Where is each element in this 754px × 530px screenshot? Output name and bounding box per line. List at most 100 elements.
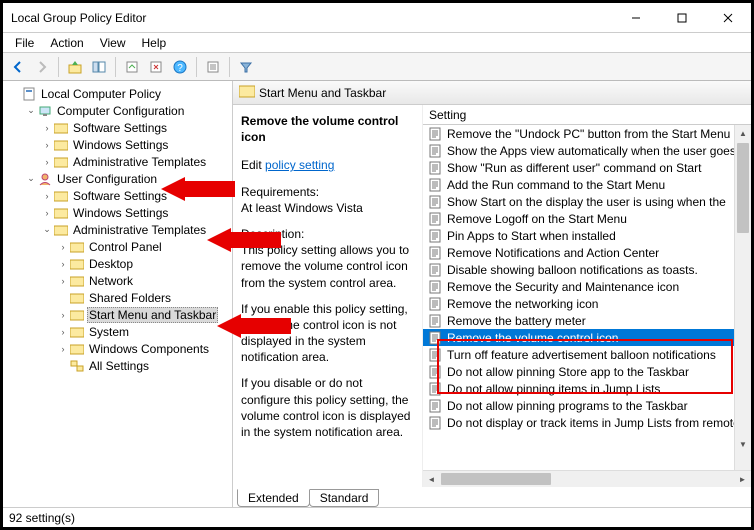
close-button[interactable] bbox=[705, 3, 751, 33]
tree-item[interactable]: Shared Folders bbox=[3, 289, 232, 306]
filter-button[interactable] bbox=[235, 56, 257, 78]
vertical-scrollbar[interactable]: ▲ ▼ bbox=[734, 125, 751, 470]
description-pane: Remove the volume control icon Edit poli… bbox=[233, 105, 423, 487]
settings-list-item-label: Add the Run command to the Start Menu bbox=[447, 178, 665, 192]
policy-item-icon bbox=[427, 398, 443, 414]
tree-item[interactable]: ›Windows Settings bbox=[3, 136, 232, 153]
settings-list-item[interactable]: Do not allow pinning items in Jump Lists bbox=[423, 380, 751, 397]
tab-extended[interactable]: Extended bbox=[237, 489, 310, 507]
settings-list-item-label: Pin Apps to Start when installed bbox=[447, 229, 616, 243]
chevron-down-icon[interactable]: ⌄ bbox=[41, 224, 53, 235]
settings-list[interactable]: Remove the "Undock PC" button from the S… bbox=[423, 125, 751, 470]
chevron-icon[interactable]: › bbox=[57, 259, 69, 269]
chevron-icon[interactable]: › bbox=[41, 191, 53, 201]
menu-action[interactable]: Action bbox=[42, 34, 91, 52]
tree-start-menu-taskbar[interactable]: ›Start Menu and Taskbar bbox=[3, 306, 232, 323]
settings-list-item-label: Show Start on the display the user is us… bbox=[447, 195, 726, 209]
forward-button[interactable] bbox=[31, 56, 53, 78]
settings-list-item[interactable]: Remove the "Undock PC" button from the S… bbox=[423, 125, 751, 142]
policy-item-icon bbox=[427, 279, 443, 295]
tree-item[interactable]: All Settings bbox=[3, 357, 232, 374]
settings-list-item[interactable]: Turn off feature advertisement balloon n… bbox=[423, 346, 751, 363]
chevron-icon[interactable]: › bbox=[57, 242, 69, 252]
chevron-icon[interactable]: › bbox=[41, 140, 53, 150]
export-button[interactable] bbox=[121, 56, 143, 78]
policy-item-icon bbox=[427, 381, 443, 397]
tree-root[interactable]: Local Computer Policy bbox=[3, 85, 232, 102]
settings-list-item[interactable]: Add the Run command to the Start Menu bbox=[423, 176, 751, 193]
scroll-thumb[interactable] bbox=[737, 143, 749, 233]
tree-item[interactable]: ›Network bbox=[3, 272, 232, 289]
tree-item[interactable]: ›Windows Components bbox=[3, 340, 232, 357]
chevron-icon[interactable]: › bbox=[57, 310, 69, 320]
tree-item[interactable]: ›System bbox=[3, 323, 232, 340]
tree-item[interactable]: ›Administrative Templates bbox=[3, 153, 232, 170]
chevron-icon[interactable]: › bbox=[57, 344, 69, 354]
policy-item-icon bbox=[427, 126, 443, 142]
settings-list-item-label: Disable showing balloon notifications as… bbox=[447, 263, 698, 277]
header-title: Start Menu and Taskbar bbox=[259, 86, 386, 100]
back-button[interactable] bbox=[7, 56, 29, 78]
tree-item[interactable]: ›Software Settings bbox=[3, 119, 232, 136]
settings-list-item[interactable]: Disable showing balloon notifications as… bbox=[423, 261, 751, 278]
minimize-button[interactable] bbox=[613, 3, 659, 33]
chevron-icon[interactable]: › bbox=[57, 327, 69, 337]
scroll-left-icon[interactable]: ◄ bbox=[423, 475, 440, 484]
tree-admin-templates[interactable]: ⌄Administrative Templates bbox=[3, 221, 232, 238]
up-button[interactable] bbox=[64, 56, 86, 78]
menu-view[interactable]: View bbox=[92, 34, 134, 52]
settings-list-item[interactable]: Do not allow pinning programs to the Tas… bbox=[423, 397, 751, 414]
tree-item[interactable]: ›Software Settings bbox=[3, 187, 232, 204]
requirements-label: Requirements: bbox=[241, 184, 414, 200]
policy-item-icon bbox=[427, 194, 443, 210]
chevron-icon[interactable]: › bbox=[41, 123, 53, 133]
menu-file[interactable]: File bbox=[7, 34, 42, 52]
settings-list-item-label: Remove the "Undock PC" button from the S… bbox=[447, 127, 730, 141]
settings-list-item[interactable]: Show the Apps view automatically when th… bbox=[423, 142, 751, 159]
tree-item[interactable]: › Control Panel bbox=[3, 238, 232, 255]
refresh-button[interactable] bbox=[145, 56, 167, 78]
settings-list-item-label: Remove Notifications and Action Center bbox=[447, 246, 659, 260]
tree-item[interactable]: ›Windows Settings bbox=[3, 204, 232, 221]
edit-policy-link[interactable]: policy setting bbox=[265, 158, 334, 172]
scroll-thumb[interactable] bbox=[441, 473, 551, 485]
settings-list-item-label: Do not display or track items in Jump Li… bbox=[447, 416, 740, 430]
chevron-down-icon[interactable]: ⌄ bbox=[25, 105, 37, 116]
horizontal-scrollbar[interactable]: ◄ ► bbox=[423, 470, 751, 487]
tree-label: Control Panel bbox=[87, 240, 164, 254]
scroll-right-icon[interactable]: ► bbox=[734, 475, 751, 484]
settings-list-item[interactable]: Show "Run as different user" command on … bbox=[423, 159, 751, 176]
chevron-icon[interactable]: › bbox=[41, 208, 53, 218]
maximize-button[interactable] bbox=[659, 3, 705, 33]
settings-list-item[interactable]: Remove the networking icon bbox=[423, 295, 751, 312]
scroll-up-icon[interactable]: ▲ bbox=[735, 125, 751, 142]
folder-icon bbox=[69, 256, 85, 272]
settings-list-item[interactable]: Remove the volume control icon bbox=[423, 329, 751, 346]
chevron-icon[interactable]: › bbox=[41, 157, 53, 167]
tree[interactable]: Local Computer Policy ⌄ Computer Configu… bbox=[3, 85, 232, 503]
menu-help[interactable]: Help bbox=[134, 34, 175, 52]
edit-link-row: Edit policy setting bbox=[241, 157, 414, 173]
settings-list-item[interactable]: Remove the Security and Maintenance icon bbox=[423, 278, 751, 295]
settings-list-item[interactable]: Show Start on the display the user is us… bbox=[423, 193, 751, 210]
properties-button[interactable] bbox=[202, 56, 224, 78]
menubar: File Action View Help bbox=[3, 33, 751, 53]
settings-list-item[interactable]: Pin Apps to Start when installed bbox=[423, 227, 751, 244]
settings-list-item-label: Turn off feature advertisement balloon n… bbox=[447, 348, 716, 362]
settings-list-item[interactable]: Remove Notifications and Action Center bbox=[423, 244, 751, 261]
settings-list-item[interactable]: Remove Logoff on the Start Menu bbox=[423, 210, 751, 227]
tree-item[interactable]: ›Desktop bbox=[3, 255, 232, 272]
settings-list-item[interactable]: Do not display or track items in Jump Li… bbox=[423, 414, 751, 431]
chevron-down-icon[interactable]: ⌄ bbox=[25, 173, 37, 184]
tree-user-config[interactable]: ⌄ User Configuration bbox=[3, 170, 232, 187]
show-hide-button[interactable] bbox=[88, 56, 110, 78]
scroll-down-icon[interactable]: ▼ bbox=[735, 436, 751, 453]
list-column-header[interactable]: Setting bbox=[423, 105, 751, 125]
settings-list-item-label: Remove the volume control icon bbox=[447, 331, 618, 345]
tree-computer-config[interactable]: ⌄ Computer Configuration bbox=[3, 102, 232, 119]
settings-list-item[interactable]: Remove the battery meter bbox=[423, 312, 751, 329]
help-button[interactable]: ? bbox=[169, 56, 191, 78]
chevron-icon[interactable]: › bbox=[57, 276, 69, 286]
tab-standard[interactable]: Standard bbox=[309, 489, 380, 507]
settings-list-item[interactable]: Do not allow pinning Store app to the Ta… bbox=[423, 363, 751, 380]
